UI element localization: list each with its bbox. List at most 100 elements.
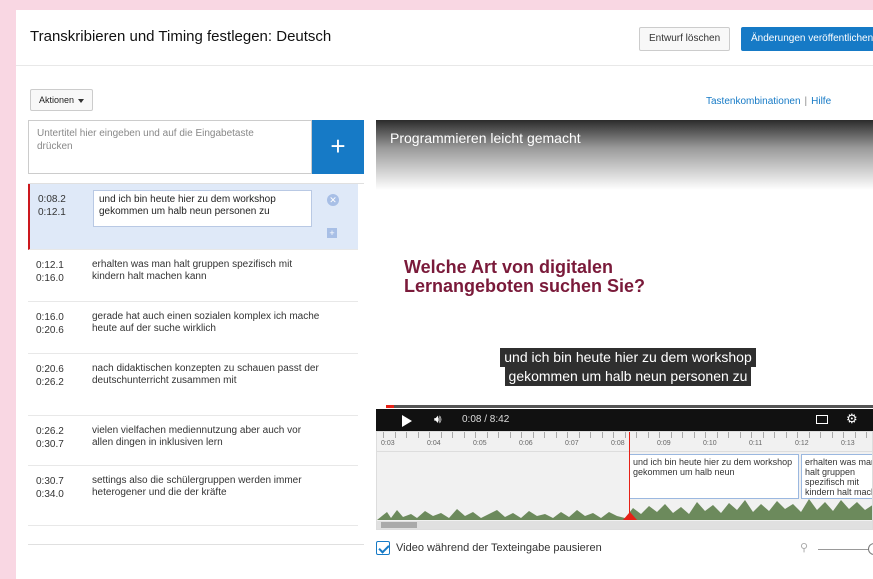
zoom-knob[interactable] (868, 543, 873, 555)
subtitle-times[interactable]: 0:16.0 0:20.6 (36, 311, 64, 337)
timeline-tick (659, 432, 660, 438)
subtitle-list: 0:08.2 0:12.1 und ich bin heute hier zu … (28, 183, 364, 545)
video-player[interactable]: Programmieren leicht gemacht Welche Art … (376, 120, 873, 431)
timeline-tick-label: 0:10 (703, 440, 717, 447)
timeline-tick (774, 432, 775, 438)
timeline-tick (601, 432, 603, 438)
end-time[interactable]: 0:16.0 (36, 272, 64, 285)
gear-icon[interactable]: ⚙ (846, 411, 858, 427)
timeline-tick (544, 432, 545, 438)
slide-heading: Welche Art von digitalen Lernangeboten s… (404, 257, 646, 296)
help-link[interactable]: Hilfe (811, 96, 831, 107)
pause-while-typing-option[interactable]: Video während der Texteingabe pausieren (376, 541, 602, 557)
subtitle-row-active[interactable]: 0:08.2 0:12.1 und ich bin heute hier zu … (28, 184, 358, 250)
caption-overlay: und ich bin heute hier zu dem workshop g… (484, 348, 772, 386)
start-time[interactable]: 0:20.6 (36, 363, 64, 376)
subtitle-row[interactable]: 0:20.6 0:26.2 nach didaktischen konzepten… (28, 354, 358, 416)
caption-timeline[interactable]: 0:03 0:04 0:05 0:06 0:07 0:08 0:09 0:10 0:11 0:12… (376, 431, 873, 530)
captions-icon[interactable] (816, 415, 828, 424)
start-time[interactable]: 0:16.0 (36, 311, 64, 324)
timeline-tick (808, 432, 810, 438)
subtitle-text-editor[interactable]: und ich bin heute hier zu dem workshop g… (93, 190, 312, 227)
subtitle-row[interactable]: 0:16.0 0:20.6 gerade hat auch einen sozia… (28, 302, 358, 354)
start-time[interactable]: 0:26.2 (36, 425, 64, 438)
caret-down-icon (78, 98, 85, 103)
timeline-tick-label: 0:03 (381, 440, 395, 447)
timeline-ruler: 0:03 0:04 0:05 0:06 0:07 0:08 0:09 0:10 0:11 0:12… (377, 432, 872, 452)
video-title[interactable]: Programmieren leicht gemacht (390, 130, 581, 146)
timeline-tick (498, 432, 499, 438)
subtitle-row[interactable]: 0:30.7 0:34.0 settings also die schülergr… (28, 466, 358, 526)
subtitle-times[interactable]: 0:20.6 0:26.2 (36, 363, 64, 389)
timeline-tick (394, 432, 396, 438)
timeline-tick (739, 432, 741, 438)
timeline-tick-label: 0:13 (841, 440, 855, 447)
end-time[interactable]: 0:34.0 (36, 488, 64, 501)
insert-subtitle-icon[interactable]: + (327, 228, 337, 238)
end-time[interactable]: 0:20.6 (36, 324, 64, 337)
timeline-tick (486, 432, 488, 438)
subtitle-times[interactable]: 0:12.1 0:16.0 (36, 259, 64, 285)
timeline-tick (785, 432, 787, 438)
pause-checkbox[interactable] (376, 541, 390, 555)
subtitle-times[interactable]: 0:26.2 0:30.7 (36, 425, 64, 451)
start-time[interactable]: 0:30.7 (36, 475, 64, 488)
timeline-scrollbar-thumb[interactable] (381, 522, 417, 528)
timeline-tick-label: 0:07 (565, 440, 579, 447)
keyboard-shortcuts-link[interactable]: Tastenkombinationen (706, 96, 801, 107)
help-links: Tastenkombinationen | Hilfe (706, 96, 831, 107)
delete-draft-button[interactable]: Entwurf löschen (639, 27, 731, 51)
subtitle-text[interactable]: nach didaktischen konzepten zu schauen p… (92, 363, 322, 387)
subtitle-text[interactable]: settings also die schülergruppen werden … (92, 475, 322, 499)
timeline-tick (693, 432, 695, 438)
delete-subtitle-icon[interactable]: ✕ (327, 194, 339, 206)
timeline-tick-label: 0:06 (519, 440, 533, 447)
subtitle-times[interactable]: 0:08.2 0:12.1 (38, 193, 66, 219)
subtitle-text[interactable]: erhalten was man halt gruppen spezifisch… (92, 259, 322, 283)
end-time[interactable]: 0:30.7 (36, 438, 64, 451)
editor-header: Transkribieren und Timing festlegen: Deu… (16, 10, 873, 66)
timeline-tick (624, 432, 626, 438)
playhead-marker-icon[interactable] (623, 512, 637, 520)
link-separator: | (804, 96, 808, 107)
zoom-track[interactable] (818, 549, 873, 550)
start-time[interactable]: 0:12.1 (36, 259, 64, 272)
video-time: 0:08 / 8:42 (462, 414, 510, 425)
timeline-tick (831, 432, 833, 438)
timeline-tick (854, 432, 856, 438)
end-time[interactable]: 0:12.1 (38, 206, 66, 219)
video-frame: Programmieren leicht gemacht Welche Art … (376, 120, 873, 410)
actions-dropdown[interactable]: Aktionen (30, 89, 94, 111)
caption-line-2: gekommen um halb neun personen zu (504, 367, 752, 386)
video-progress-bar[interactable] (386, 405, 873, 408)
play-icon[interactable] (402, 415, 412, 427)
timeline-scrollbar[interactable] (377, 521, 872, 529)
caption-line-1: und ich bin heute hier zu dem workshop (500, 348, 756, 367)
timeline-playhead[interactable] (629, 432, 630, 520)
timeline-tick (797, 432, 798, 438)
timeline-tick (670, 432, 672, 438)
timeline-tick (647, 432, 649, 438)
volume-icon[interactable]: 🔊︎ (434, 412, 442, 427)
subtitle-row[interactable]: 0:12.1 0:16.0 erhalten was man halt grupp… (28, 250, 358, 302)
subtitle-times[interactable]: 0:30.7 0:34.0 (36, 475, 64, 501)
timeline-tick (440, 432, 442, 438)
subtitle-input[interactable]: Untertitel hier eingeben und auf die Ein… (28, 120, 312, 174)
add-subtitle-button[interactable]: + (312, 120, 364, 174)
subtitle-text[interactable]: vielen vielfachen mediennutzung aber auc… (92, 425, 322, 449)
subtitle-row[interactable]: 0:26.2 0:30.7 vielen vielfachen mediennut… (28, 416, 358, 466)
timeline-tick (521, 432, 522, 438)
start-time[interactable]: 0:08.2 (38, 193, 66, 206)
timeline-zoom-slider[interactable]: ⚲ (800, 541, 873, 557)
player-controls: 🔊︎ 0:08 / 8:42 ⚙ (376, 409, 873, 431)
subtitle-text[interactable]: gerade hat auch einen sozialen komplex i… (92, 311, 322, 335)
timeline-tick (762, 432, 764, 438)
pause-label: Video während der Texteingabe pausieren (396, 541, 602, 554)
page-title: Transkribieren und Timing festlegen: Deu… (30, 28, 332, 45)
timeline-tick (705, 432, 706, 438)
zoom-search-icon: ⚲ (800, 542, 809, 554)
actions-label: Aktionen (39, 95, 75, 105)
publish-changes-button[interactable]: Änderungen veröffentlichen (741, 27, 873, 51)
timeline-tick (682, 432, 683, 438)
end-time[interactable]: 0:26.2 (36, 376, 64, 389)
